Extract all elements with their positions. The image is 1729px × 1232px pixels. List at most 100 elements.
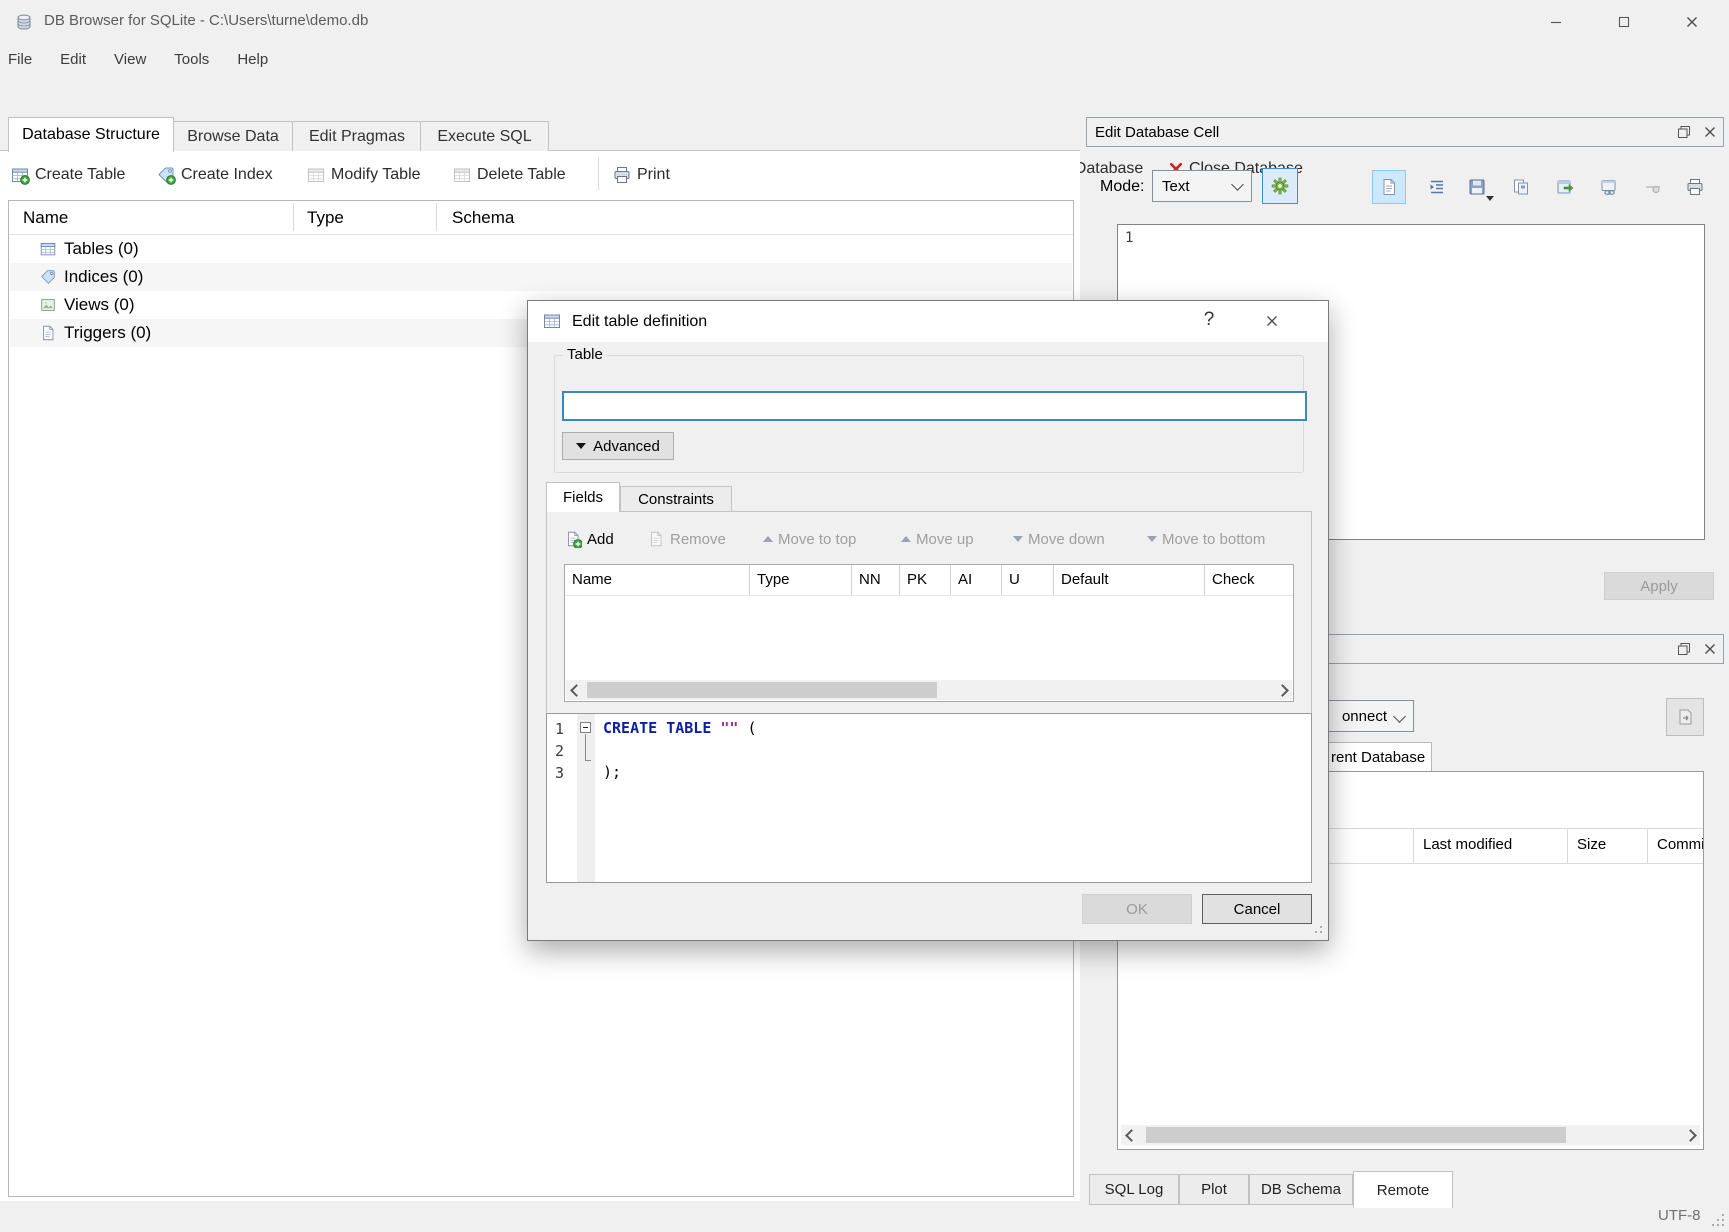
column-name[interactable]: Name	[565, 565, 750, 595]
column-nn[interactable]: NN	[852, 565, 900, 595]
tab-remote[interactable]: Remote	[1353, 1171, 1453, 1208]
remote-horizontal-scrollbar[interactable]	[1121, 1125, 1700, 1145]
fold-guide-tick	[585, 760, 591, 761]
fields-tab-pane: Add Remove Move to top Move up Move down…	[546, 511, 1312, 717]
menu-help[interactable]: Help	[223, 51, 282, 68]
close-panel-icon[interactable]	[1697, 121, 1723, 143]
minimize-button[interactable]	[1533, 6, 1579, 38]
tree-column-name[interactable]: Name	[23, 208, 68, 228]
fold-collapse-icon[interactable]	[580, 722, 591, 733]
open-in-app-icon-button[interactable]	[1592, 170, 1626, 204]
column-pk[interactable]: PK	[900, 565, 951, 595]
dialog-help-button[interactable]: ?	[1194, 309, 1224, 331]
column-ai[interactable]: AI	[951, 565, 1002, 595]
fields-table: Name Type NN PK AI U Default Check	[564, 564, 1294, 702]
scroll-left-icon[interactable]	[566, 680, 586, 700]
window-resize-grip[interactable]	[1712, 1214, 1724, 1226]
menu-view[interactable]: View	[100, 51, 160, 68]
tab-sql-log[interactable]: SQL Log	[1089, 1174, 1179, 1205]
tab-db-schema[interactable]: DB Schema	[1249, 1174, 1353, 1205]
null-value-icon-button[interactable]	[1636, 170, 1670, 204]
create-table-button[interactable]: Create Table	[10, 162, 125, 188]
remove-field-button[interactable]: Remove	[647, 526, 726, 552]
tab-fields[interactable]: Fields	[546, 482, 620, 512]
create-table-icon	[10, 165, 30, 185]
column-u[interactable]: U	[1002, 565, 1054, 595]
link-icon	[1599, 177, 1619, 197]
remove-icon	[647, 530, 665, 548]
import-dropdown-arrow[interactable]	[1486, 196, 1494, 201]
tree-row-tables[interactable]: Tables (0)	[10, 235, 1072, 263]
delete-table-button[interactable]: Delete Table	[452, 162, 566, 188]
advanced-toggle-button[interactable]: Advanced	[562, 432, 674, 460]
print-cell-icon-button[interactable]	[1678, 170, 1712, 204]
print-button[interactable]: Print	[612, 162, 670, 188]
tab-edit-pragmas[interactable]: Edit Pragmas	[292, 121, 422, 151]
menu-file[interactable]: File	[0, 51, 46, 68]
move-up-button[interactable]: Move up	[901, 526, 974, 552]
modify-table-button[interactable]: Modify Table	[306, 162, 421, 188]
print-icon	[612, 165, 632, 185]
tree-column-type[interactable]: Type	[307, 208, 344, 228]
dialog-resize-grip[interactable]	[1310, 921, 1322, 933]
export-data-icon-button[interactable]	[1548, 170, 1582, 204]
trigger-icon	[39, 324, 57, 342]
scroll-right-icon[interactable]	[1272, 680, 1292, 700]
structure-toolbar-separator	[598, 158, 599, 190]
dialog-close-button[interactable]	[1264, 313, 1280, 329]
scrollbar-thumb[interactable]	[587, 682, 937, 698]
dialog-title-bar[interactable]: Edit table definition ?	[528, 301, 1328, 342]
float-panel-icon[interactable]	[1671, 638, 1697, 660]
ok-button[interactable]: OK	[1082, 894, 1192, 924]
fields-table-header: Name Type NN PK AI U Default Check	[565, 565, 1293, 596]
clone-database-button[interactable]	[1666, 698, 1704, 736]
column-default[interactable]: Default	[1054, 565, 1205, 595]
menu-edit[interactable]: Edit	[46, 51, 100, 68]
column-commit[interactable]: Commit	[1657, 836, 1703, 853]
tree-column-schema[interactable]: Schema	[452, 208, 514, 228]
scrollbar-thumb[interactable]	[1146, 1127, 1566, 1143]
cell-settings-button[interactable]	[1262, 168, 1298, 204]
column-check[interactable]: Check	[1205, 565, 1293, 595]
fields-horizontal-scrollbar[interactable]	[566, 680, 1292, 700]
column-size[interactable]: Size	[1577, 836, 1606, 853]
scroll-left-icon[interactable]	[1121, 1125, 1141, 1145]
mode-label: Mode:	[1100, 178, 1144, 196]
cancel-button[interactable]: Cancel	[1202, 894, 1312, 924]
fold-guide-line	[585, 734, 586, 760]
move-down-button[interactable]: Move down	[1013, 526, 1105, 552]
move-to-bottom-button[interactable]: Move to bottom	[1147, 526, 1265, 552]
scroll-right-icon[interactable]	[1680, 1125, 1700, 1145]
chevron-down-icon	[1393, 710, 1406, 723]
main-toolbar: New Database Open Database Write Changes…	[0, 74, 1729, 116]
sql-preview[interactable]: 1 2 3 CREATE TABLE "" ( );	[546, 713, 1312, 883]
copy-data-icon-button[interactable]	[1504, 170, 1538, 204]
move-to-bottom-icon	[1147, 536, 1157, 542]
apply-button[interactable]: Apply	[1604, 572, 1714, 600]
word-wrap-icon-button[interactable]	[1420, 170, 1454, 204]
move-to-top-button[interactable]: Move to top	[763, 526, 856, 552]
modify-table-icon	[306, 165, 326, 185]
column-type[interactable]: Type	[750, 565, 852, 595]
tab-execute-sql[interactable]: Execute SQL	[420, 121, 549, 151]
table-name-input[interactable]	[562, 391, 1307, 421]
text-mode-icon-button[interactable]	[1372, 170, 1406, 204]
tab-browse-data[interactable]: Browse Data	[172, 121, 294, 151]
document-icon	[1379, 177, 1399, 197]
tab-plot[interactable]: Plot	[1179, 1174, 1249, 1205]
menu-tools[interactable]: Tools	[160, 51, 223, 68]
tab-constraints[interactable]: Constraints	[620, 486, 732, 512]
add-field-button[interactable]: Add	[564, 526, 614, 552]
float-panel-icon[interactable]	[1671, 121, 1697, 143]
maximize-button[interactable]	[1601, 6, 1647, 38]
move-down-icon	[1013, 536, 1023, 542]
tab-database-structure[interactable]: Database Structure	[8, 117, 174, 152]
column-last-modified[interactable]: Last modified	[1423, 836, 1512, 853]
close-button[interactable]	[1669, 6, 1715, 38]
set-null-icon	[1643, 177, 1663, 197]
encoding-status[interactable]: UTF-8	[1658, 1207, 1701, 1224]
tree-row-indices[interactable]: Indices (0)	[10, 263, 1072, 291]
close-panel-icon[interactable]	[1697, 638, 1723, 660]
create-index-button[interactable]: Create Index	[156, 162, 273, 188]
mode-select[interactable]: Text	[1152, 170, 1252, 202]
